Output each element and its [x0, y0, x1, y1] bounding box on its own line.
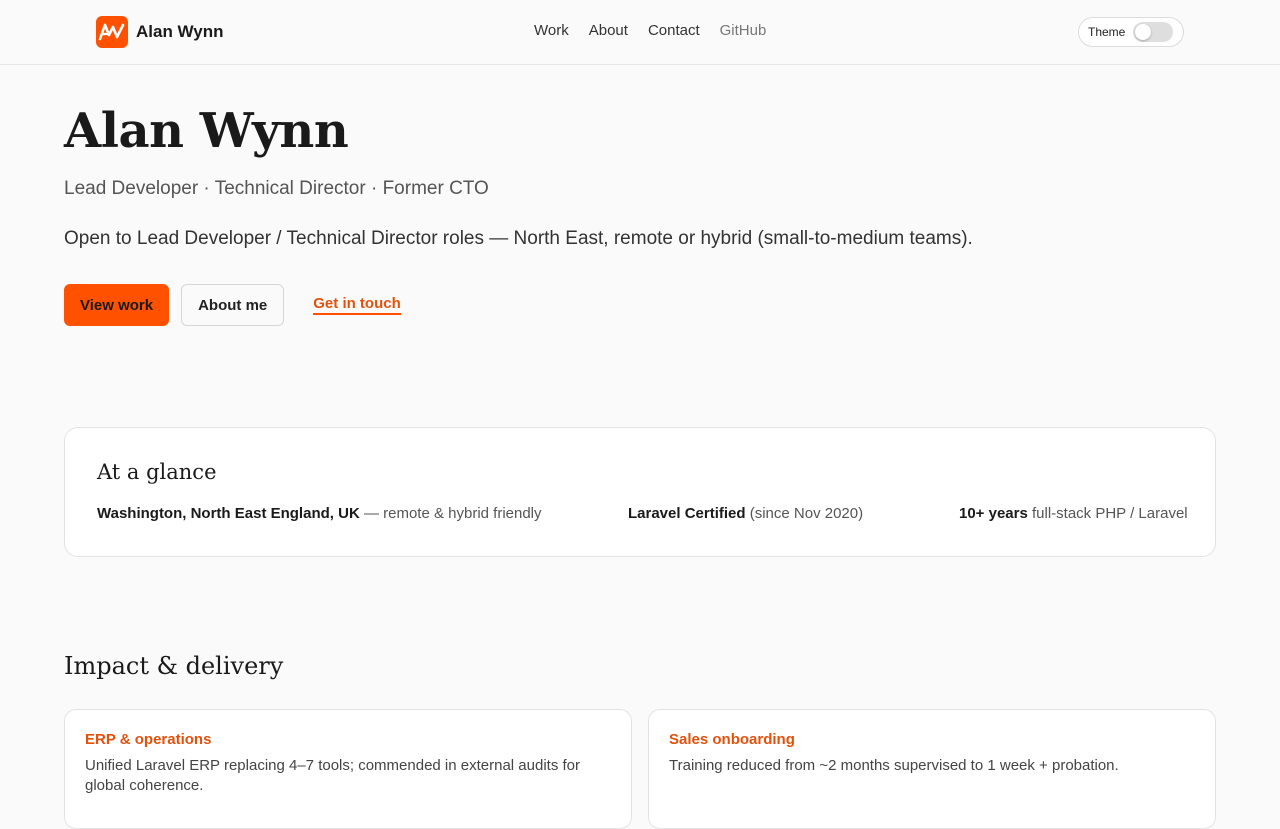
- fact-certification-strong: Laravel Certified: [628, 505, 746, 522]
- theme-switch-knob: [1135, 24, 1152, 40]
- fact-location-rest: — remote & hybrid friendly: [359, 505, 542, 522]
- fact-certification: Laravel Certified (since Nov 2020): [628, 505, 863, 522]
- hero-section: Alan Wynn Lead Developer · Technical Dir…: [64, 100, 1214, 326]
- glance-title: At a glance: [97, 460, 217, 484]
- hero-tagline: Lead Developer · Technical Director · Fo…: [64, 178, 489, 199]
- get-in-touch-link[interactable]: Get in touch: [313, 295, 401, 315]
- fact-certification-rest: (since Nov 2020): [745, 505, 864, 522]
- hero-name: Alan Wynn: [64, 103, 349, 159]
- impact-card-erp: ERP & operations Unified Laravel ERP rep…: [64, 709, 632, 829]
- theme-switch[interactable]: [1133, 22, 1174, 42]
- impact-card-sales: Sales onboarding Training reduced from ~…: [648, 709, 1216, 829]
- impact-card-label: Sales onboarding: [669, 731, 795, 748]
- impact-card-label: ERP & operations: [85, 731, 212, 748]
- fact-experience-strong: 10+ years: [959, 505, 1028, 522]
- about-me-button[interactable]: About me: [181, 284, 285, 326]
- impact-card-text: Training reduced from ~2 months supervis…: [669, 757, 1119, 774]
- theme-toggle[interactable]: Theme: [1078, 17, 1184, 47]
- fact-location: Washington, North East England, UK — rem…: [97, 505, 542, 522]
- aw-logo-icon: [96, 16, 128, 48]
- fact-experience: 10+ years full-stack PHP / Laravel: [959, 505, 1188, 522]
- theme-label: Theme: [1088, 25, 1126, 39]
- fact-location-strong: Washington, North East England, UK: [97, 505, 360, 522]
- hero-availability: Open to Lead Developer / Technical Direc…: [64, 228, 973, 249]
- nav-work[interactable]: Work: [534, 22, 569, 39]
- nav-about[interactable]: About: [589, 22, 628, 39]
- at-a-glance-card: At a glance Washington, North East Engla…: [64, 427, 1216, 557]
- impact-card-text: Unified Laravel ERP replacing 4–7 tools;…: [85, 757, 580, 794]
- impact-title: Impact & delivery: [64, 652, 284, 680]
- main-nav: Work About Contact GitHub: [534, 22, 766, 39]
- fact-experience-rest: full-stack PHP / Laravel: [1027, 505, 1188, 522]
- hero-cta-group: View work About me Get in touch: [64, 284, 1214, 326]
- nav-github[interactable]: GitHub: [720, 22, 767, 39]
- view-work-button[interactable]: View work: [64, 284, 170, 326]
- brand-link[interactable]: Alan Wynn: [96, 16, 224, 48]
- nav-contact[interactable]: Contact: [648, 22, 700, 39]
- brand-name: Alan Wynn: [136, 22, 224, 41]
- site-header: Alan Wynn Work About Contact GitHub Them…: [0, 0, 1280, 65]
